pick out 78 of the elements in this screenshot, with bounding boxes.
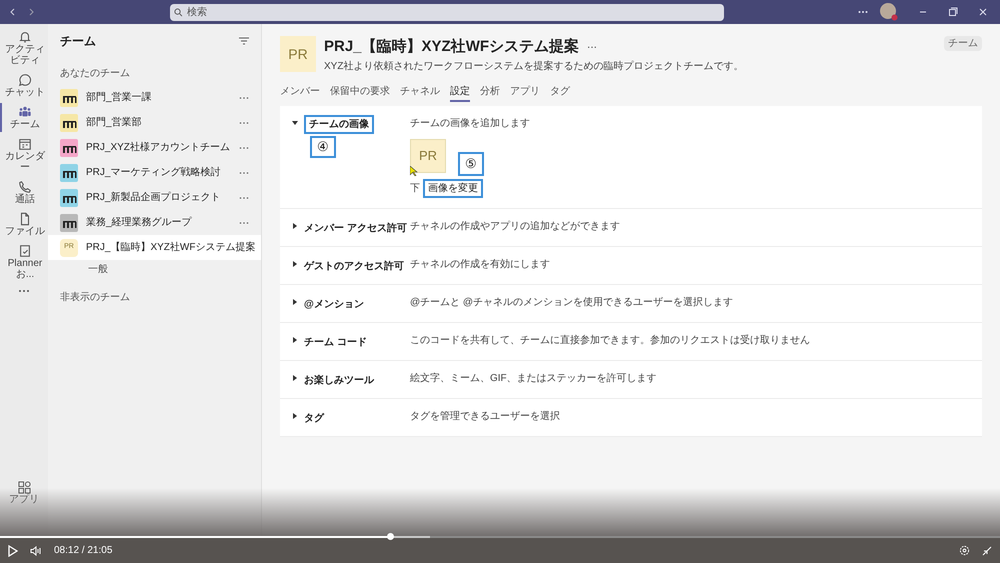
more-icon[interactable] xyxy=(239,196,249,200)
teams-icon xyxy=(18,105,32,119)
tab[interactable]: 保留中の要求 xyxy=(330,84,390,102)
planner-icon xyxy=(18,244,32,258)
collapse-icon[interactable] xyxy=(982,546,992,556)
bell-icon xyxy=(18,30,32,44)
rail-item[interactable]: 通話 xyxy=(0,178,48,207)
tab[interactable]: メンバー xyxy=(280,84,320,102)
rail-item[interactable]: アプリ xyxy=(9,481,39,505)
setting-description: @チームと @チャネルのメンションを使用できるユーザーを選択します xyxy=(410,296,734,310)
team-item[interactable]: 部門_営業一課 xyxy=(48,85,261,110)
rail-item[interactable]: Planner お... xyxy=(0,242,48,282)
team-item[interactable]: PRJ_新製品企画プロジェクト xyxy=(48,185,261,210)
video-progress-thumb[interactable] xyxy=(387,533,394,540)
volume-icon[interactable] xyxy=(30,546,42,556)
team-description: XYZ社より依頼されたワークフローシステムを提案するための臨時プロジェクトチームです。 xyxy=(324,60,744,74)
team-item[interactable]: PRJ_マーケティング戦略検討 xyxy=(48,160,261,185)
setting-label[interactable]: タグ xyxy=(304,410,324,426)
tab[interactable]: タグ xyxy=(550,84,570,102)
more-icon[interactable] xyxy=(239,220,249,224)
team-name: PRJ_【臨時】XYZ社WFシステム提案 xyxy=(324,36,580,57)
team-item[interactable]: PRJ_XYZ社様アカウントチーム xyxy=(48,135,261,160)
setting-label[interactable]: @メンション xyxy=(304,296,364,312)
setting-label[interactable]: お楽しみツール xyxy=(304,372,374,388)
setting-description: チャネルの作成を有効にします xyxy=(410,258,550,272)
channel-item[interactable]: 一般 xyxy=(48,260,261,278)
search-field[interactable]: 検索 xyxy=(170,4,724,20)
rail-item[interactable]: ファイル xyxy=(0,210,48,239)
setting-label[interactable]: メンバー アクセス許可 xyxy=(304,220,407,236)
team-item[interactable]: 部門_営業部 xyxy=(48,110,261,135)
avatar-icon[interactable] xyxy=(880,3,898,21)
setting-description: タグを管理できるユーザーを選択 xyxy=(410,410,560,424)
more-icon[interactable] xyxy=(239,170,249,174)
restore-icon[interactable] xyxy=(948,7,958,17)
apps-icon xyxy=(18,481,30,494)
cursor-icon xyxy=(410,166,418,176)
filter-icon[interactable] xyxy=(239,37,249,45)
setting-label[interactable]: チーム コード xyxy=(304,334,367,350)
callout-number: ⑤ xyxy=(458,152,484,176)
chat-icon xyxy=(18,73,32,87)
settings-icon[interactable] xyxy=(959,545,970,556)
rail-item[interactable]: チャット xyxy=(0,71,48,100)
tab[interactable]: 設定 xyxy=(450,84,470,102)
tab[interactable]: 分析 xyxy=(480,84,500,102)
more-icon[interactable] xyxy=(18,289,30,293)
partial-text: 下 xyxy=(410,182,420,196)
team-image: PR xyxy=(410,138,446,172)
video-time: 08:12 / 21:05 xyxy=(54,544,112,558)
tab[interactable]: アプリ xyxy=(510,84,540,102)
change-image-link[interactable]: 画像を変更 xyxy=(423,178,483,198)
play-icon[interactable] xyxy=(8,544,18,556)
calendar-icon xyxy=(18,137,32,151)
rail-item[interactable]: カレンダー xyxy=(0,135,48,175)
more-button[interactable]: ··· xyxy=(587,40,598,55)
more-icon[interactable] xyxy=(239,120,249,124)
search-icon xyxy=(174,8,183,16)
setting-label[interactable]: チームの画像 xyxy=(304,114,374,134)
close-icon[interactable] xyxy=(978,7,988,17)
more-icon[interactable] xyxy=(858,10,868,14)
phone-icon xyxy=(18,180,32,194)
panel-title: チーム xyxy=(60,33,96,50)
tab[interactable]: チャネル xyxy=(400,84,440,102)
section-label: 非表示のチーム xyxy=(59,290,131,305)
more-icon[interactable] xyxy=(239,146,249,150)
callout-number: ④ xyxy=(310,136,336,158)
team-badge: チーム xyxy=(944,36,982,51)
more-icon[interactable] xyxy=(239,96,249,100)
rail-item[interactable]: アクティビティ xyxy=(0,28,48,68)
search-input[interactable]: 検索 xyxy=(186,4,720,20)
setting-description: 絵文字、ミーム、GIF、またはステッカーを許可します xyxy=(410,372,657,386)
team-avatar: PR xyxy=(280,36,316,72)
setting-description: チームの画像を追加します xyxy=(410,116,530,130)
file-icon xyxy=(18,212,32,226)
setting-label[interactable]: ゲストのアクセス許可 xyxy=(304,258,404,274)
section-label: あなたのチーム xyxy=(59,67,131,81)
setting-description: チャネルの作成やアプリの追加などができます xyxy=(410,220,620,234)
setting-description: このコードを共有して、チームに直接参加できます。参加のリクエストは受け取りません xyxy=(410,334,810,348)
team-item[interactable]: 業務_経理業務グループ xyxy=(48,210,261,235)
